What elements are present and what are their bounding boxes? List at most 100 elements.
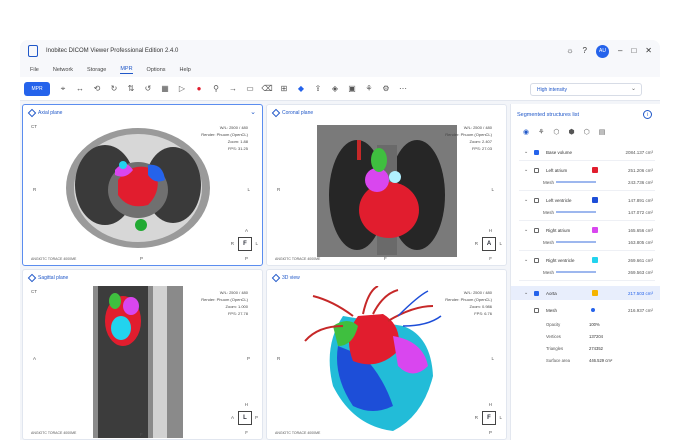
avatar[interactable]: AU [596, 44, 609, 58]
rotate-icon[interactable]: ↻ [107, 82, 121, 96]
chevron-down-icon: ⌄ [630, 86, 636, 92]
settings-icon[interactable]: ⚙ [379, 82, 393, 96]
measure-icon[interactable]: ⊞ [277, 82, 291, 96]
checkbox[interactable] [534, 197, 539, 203]
axial-viewport[interactable]: Axial plane ⌄ CT W/L: 2500 / 480 Render:… [22, 104, 263, 266]
list-item[interactable]: Mesh 163.805 cm² [511, 236, 660, 248]
axial-title-label: Axial plane [38, 110, 63, 116]
list-item[interactable]: ⌄ Left atrium 251.206 cm³ [511, 164, 660, 176]
arrow-icon[interactable]: → [226, 82, 240, 96]
reset-icon[interactable]: ↺ [141, 82, 155, 96]
info-icon[interactable]: i [643, 110, 652, 119]
chevron-down-icon[interactable]: ⌄ [524, 149, 528, 155]
orientation-cube[interactable]: F [482, 411, 496, 425]
close-icon[interactable]: ✕ [645, 43, 652, 59]
cube-left-label: R [474, 241, 478, 246]
ruler-icon[interactable]: ▭ [243, 82, 257, 96]
cube-bottom-label: P [244, 256, 248, 261]
orientation-cube[interactable]: F [238, 237, 252, 251]
maximize-icon[interactable]: □ [631, 43, 636, 59]
opacity-label: Opacity [546, 322, 561, 327]
item-name: Right atrium [546, 227, 571, 233]
help-icon[interactable]: ? [583, 43, 587, 59]
list-item[interactable]: Mesh 216.937 cm² [511, 304, 660, 316]
orientation-cube[interactable]: L [238, 411, 252, 425]
checkbox[interactable] [534, 290, 539, 296]
panel-toolbar: ◉ ⚘ ⬡ ⬢ ⬡ ▤ [523, 128, 605, 136]
list-item[interactable]: Mesh 147.072 cm² [511, 206, 660, 218]
menu-storage[interactable]: Storage [87, 67, 106, 73]
export-icon[interactable]: ⇪ [311, 82, 325, 96]
coronal-viewport[interactable]: Coronal plane W/L: 2500 / 480 Render: Ph… [266, 104, 507, 266]
pan-icon[interactable]: ↔ [73, 82, 87, 96]
chevron-down-icon[interactable]: ⌄ [524, 167, 528, 173]
color-swatch[interactable] [592, 227, 598, 233]
mpr-button[interactable]: MPR [24, 81, 50, 96]
opacity-slider[interactable] [556, 271, 596, 273]
eye-icon[interactable]: ◉ [523, 128, 529, 136]
cube-add-icon[interactable]: ⬡ [553, 128, 559, 136]
layout-icon[interactable]: ▦ [158, 82, 172, 96]
record-icon[interactable]: ● [192, 82, 206, 96]
chevron-down-icon[interactable]: ⌄ [524, 227, 528, 233]
slider-handle[interactable] [591, 308, 595, 312]
list-item-selected[interactable]: ⌄ Aorta 217.503 cm³ [511, 286, 660, 300]
chevron-down-icon[interactable]: ⌄ [250, 108, 256, 116]
volume-icon[interactable]: ◆ [294, 82, 308, 96]
cube-icon [27, 273, 37, 283]
modality-label: CT [31, 124, 37, 129]
checkbox[interactable] [534, 257, 539, 263]
intensity-dropdown[interactable]: High intensity ⌄ [530, 83, 642, 96]
list-item[interactable]: ⌄ Left ventricle 147.891 cm³ [511, 194, 660, 206]
3d-viewport[interactable]: 3D view W/L: 2500 / 480 Render: Phuom (O… [266, 269, 507, 440]
opacity-slider[interactable] [556, 211, 596, 213]
orientation-cube[interactable]: A [482, 237, 496, 251]
folder-icon[interactable]: ▤ [599, 128, 606, 136]
sagittal-viewport[interactable]: Sagittal plane CT W/L: 2500 / 480 Render… [22, 269, 263, 440]
color-swatch[interactable] [592, 257, 598, 263]
checkbox[interactable] [534, 167, 539, 173]
flip-icon[interactable]: ⇅ [124, 82, 138, 96]
list-item[interactable]: Mesh 269.563 cm² [511, 266, 660, 278]
list-item[interactable]: Mesh 243.736 cm² [511, 176, 660, 188]
chevron-down-icon[interactable]: ⌄ [524, 290, 528, 296]
zoom-value: Zoom: 1.000 [225, 304, 248, 309]
tree-icon[interactable]: ⚘ [362, 82, 376, 96]
rotate-3d-icon[interactable]: ⟲ [90, 82, 104, 96]
checkbox[interactable] [534, 227, 539, 233]
chevron-down-icon[interactable]: ⌄ [524, 257, 528, 263]
eraser-icon[interactable]: ⌫ [260, 82, 274, 96]
cube-edit-icon[interactable]: ⬡ [584, 128, 590, 136]
menu-help[interactable]: Help [180, 67, 191, 73]
opacity-slider[interactable] [556, 241, 596, 243]
orientation-left: A [33, 356, 37, 361]
chevron-down-icon[interactable]: ⌄ [524, 197, 528, 203]
opacity-slider[interactable] [556, 181, 596, 183]
checkbox[interactable] [534, 149, 539, 155]
zoom-value: Zoom: 2.407 [469, 139, 492, 144]
brightness-icon[interactable]: ☼ [566, 43, 573, 59]
minimize-icon[interactable]: – [618, 43, 622, 59]
checkbox[interactable] [534, 307, 539, 313]
sagittal-image [93, 286, 183, 438]
play-icon[interactable]: ▷ [175, 82, 189, 96]
color-swatch[interactable] [592, 167, 598, 173]
menu-network[interactable]: Network [53, 67, 73, 73]
zoom-value: Zoom: 0.986 [469, 304, 492, 309]
series-name: ANGIOTC TORACE 4000ME [31, 257, 77, 261]
cube-remove-icon[interactable]: ⬢ [569, 128, 575, 136]
color-swatch[interactable] [592, 197, 598, 203]
segment-icon[interactable]: ◈ [328, 82, 342, 96]
color-swatch[interactable] [592, 290, 598, 296]
more-icon[interactable]: ⋯ [396, 82, 410, 96]
list-item[interactable]: ⌄ Right atrium 165.656 cm³ [511, 224, 660, 236]
menu-mpr[interactable]: MPR [120, 66, 133, 74]
list-item[interactable]: ⌄ Right ventricle 269.661 cm³ [511, 254, 660, 266]
marker-icon[interactable]: ⚲ [209, 82, 223, 96]
crosshair-icon[interactable]: ⌖ [56, 82, 70, 96]
segment-tool-icon[interactable]: ⚘ [538, 128, 544, 136]
menu-options[interactable]: Options [147, 67, 166, 73]
menu-file[interactable]: File [30, 67, 39, 73]
list-item[interactable]: ⌄ Base volume 2084.137 cm³ [511, 146, 660, 158]
image-icon[interactable]: ▣ [345, 82, 359, 96]
